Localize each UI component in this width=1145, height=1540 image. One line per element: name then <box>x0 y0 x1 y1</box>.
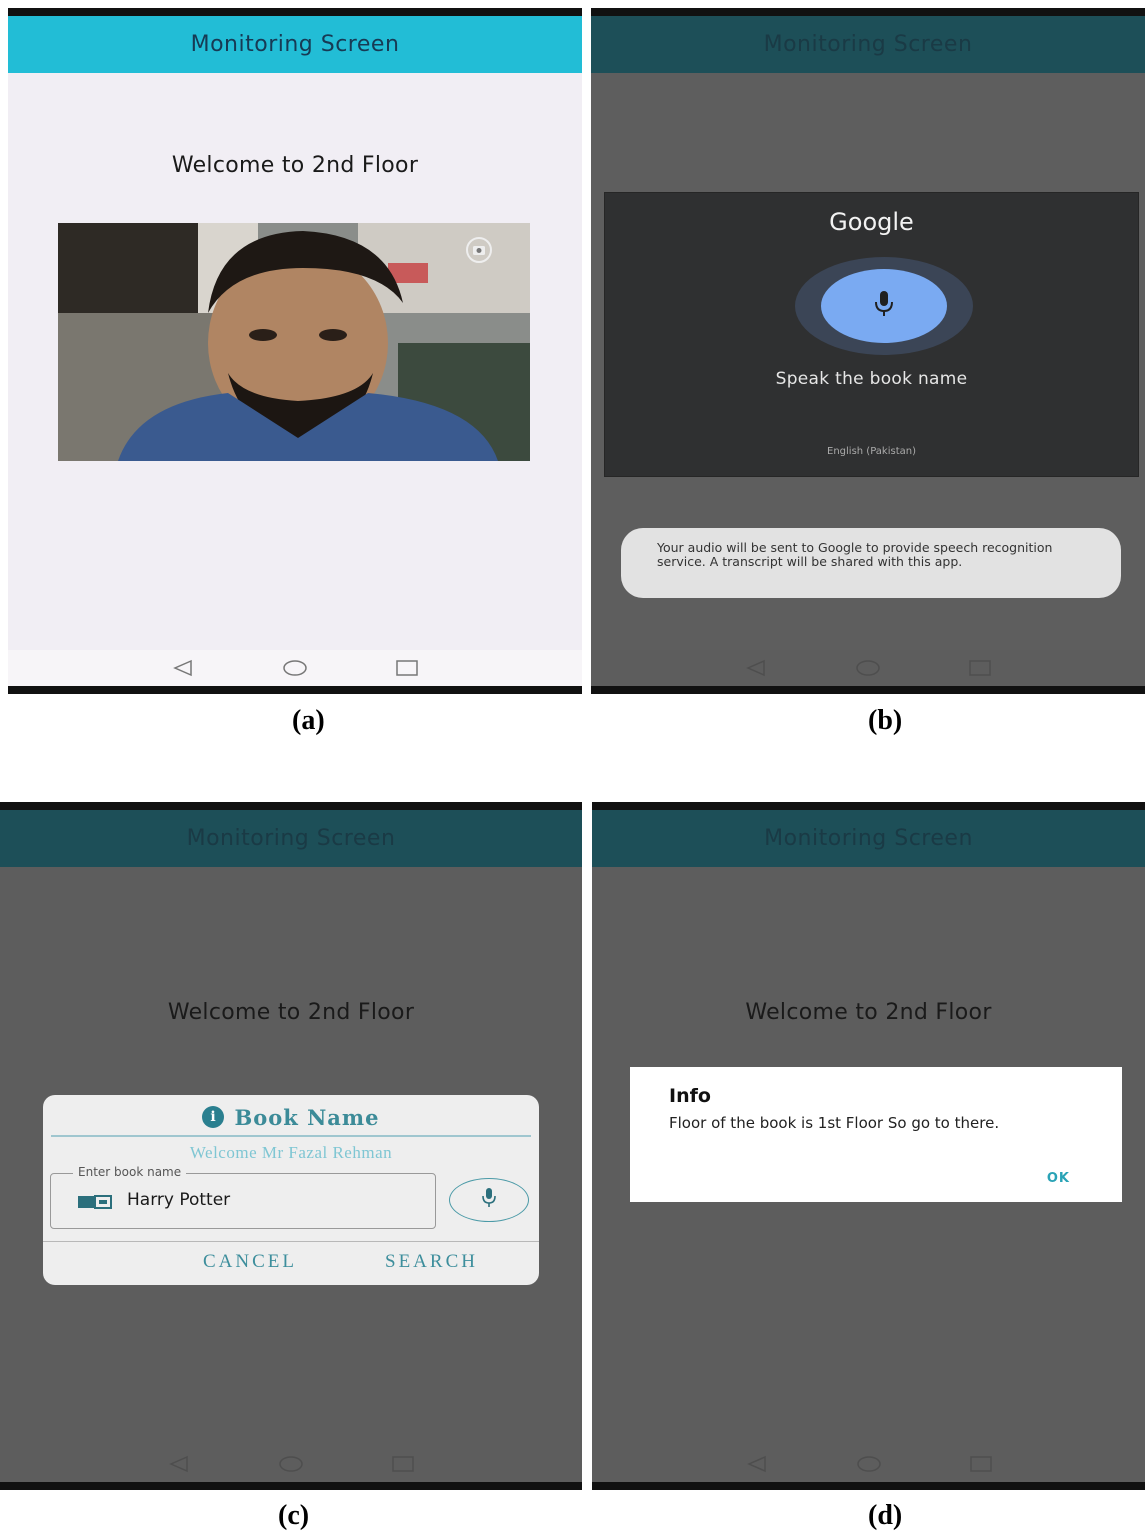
microphone-icon <box>480 1187 498 1213</box>
home-circle-icon[interactable] <box>278 1454 304 1474</box>
microphone-icon <box>872 289 896 323</box>
welcome-heading: Welcome to 2nd Floor <box>167 1000 415 1025</box>
caption-b: (b) <box>868 705 903 736</box>
app-bar: Monitoring Screen <box>0 810 582 867</box>
back-triangle-icon[interactable] <box>170 658 196 678</box>
app-title: Monitoring Screen <box>190 32 400 57</box>
camera-preview <box>58 223 530 461</box>
app-bar: Monitoring Screen <box>592 810 1145 867</box>
google-title: Google <box>829 208 914 236</box>
system-nav-bar <box>591 650 1145 686</box>
system-nav-bar <box>8 650 582 686</box>
welcome-heading: Welcome to 2nd Floor <box>745 1000 992 1025</box>
recents-square-icon[interactable] <box>967 658 993 678</box>
recents-square-icon[interactable] <box>394 658 420 678</box>
recents-square-icon[interactable] <box>968 1454 994 1474</box>
voice-input-button[interactable] <box>449 1178 529 1222</box>
content-area: Welcome to 2nd Floor Info Floor of the b… <box>592 867 1145 1452</box>
dialog-title: Info <box>669 1085 711 1107</box>
privacy-notice: Your audio will be sent to Google to pro… <box>621 528 1121 598</box>
phone-screen-b: Monitoring Screen Google Speak the book … <box>591 8 1145 694</box>
google-speech-panel: Google Speak the book name English (Paki… <box>604 192 1139 477</box>
app-bar: Monitoring Screen <box>591 16 1145 73</box>
language-link[interactable]: English (Pakistan) <box>605 446 1138 457</box>
dialog-title-row: i Book Name <box>43 1103 539 1131</box>
ok-button[interactable]: OK <box>1047 1171 1070 1186</box>
book-name-field[interactable]: Enter book name Harry Potter <box>50 1165 436 1229</box>
home-circle-icon[interactable] <box>856 1454 882 1474</box>
app-bar: Monitoring Screen <box>8 16 582 73</box>
system-nav-bar <box>0 1446 582 1482</box>
back-triangle-icon[interactable] <box>743 658 769 678</box>
info-icon: i <box>202 1106 225 1128</box>
title-divider <box>51 1135 531 1137</box>
field-value: Harry Potter <box>127 1190 231 1210</box>
speech-prompt: Speak the book name <box>775 369 968 389</box>
content-area: Welcome to 2nd Floor <box>8 73 582 656</box>
book-name-dialog: i Book Name Welcome Mr Fazal Rehman Ente… <box>43 1095 539 1285</box>
home-circle-icon[interactable] <box>282 658 308 678</box>
back-triangle-icon[interactable] <box>744 1454 770 1474</box>
phone-screen-d: Monitoring Screen Welcome to 2nd Floor I… <box>592 802 1145 1490</box>
caption-c: (c) <box>278 1500 310 1531</box>
dialog-title: Book Name <box>234 1104 380 1130</box>
content-area: Welcome to 2nd Floor i Book Name Welcome… <box>0 867 582 1452</box>
system-nav-bar <box>592 1446 1145 1482</box>
home-circle-icon[interactable] <box>855 658 881 678</box>
camera-switch-icon[interactable] <box>464 235 494 269</box>
info-dialog: Info Floor of the book is 1st Floor So g… <box>630 1067 1122 1202</box>
google-mic-button[interactable] <box>821 269 947 343</box>
phone-screen-a: Monitoring Screen Welcome to 2nd Floor <box>8 8 582 694</box>
back-triangle-icon[interactable] <box>166 1454 192 1474</box>
welcome-heading: Welcome to 2nd Floor <box>171 153 419 178</box>
field-label: Enter book name <box>73 1165 187 1179</box>
search-button[interactable]: SEARCH <box>385 1251 478 1273</box>
recents-square-icon[interactable] <box>390 1454 416 1474</box>
app-title: Monitoring Screen <box>763 32 973 57</box>
dialog-message: Floor of the book is 1st Floor So go to … <box>669 1114 1000 1132</box>
book-icon <box>77 1194 113 1214</box>
phone-screen-c: Monitoring Screen Welcome to 2nd Floor i… <box>0 802 582 1490</box>
cancel-button[interactable]: CANCEL <box>203 1251 297 1273</box>
caption-a: (a) <box>292 705 325 736</box>
app-title: Monitoring Screen <box>186 826 396 851</box>
app-title: Monitoring Screen <box>764 826 973 851</box>
caption-d: (d) <box>868 1500 903 1531</box>
button-divider <box>43 1241 539 1242</box>
user-welcome: Welcome Mr Fazal Rehman <box>189 1143 393 1162</box>
